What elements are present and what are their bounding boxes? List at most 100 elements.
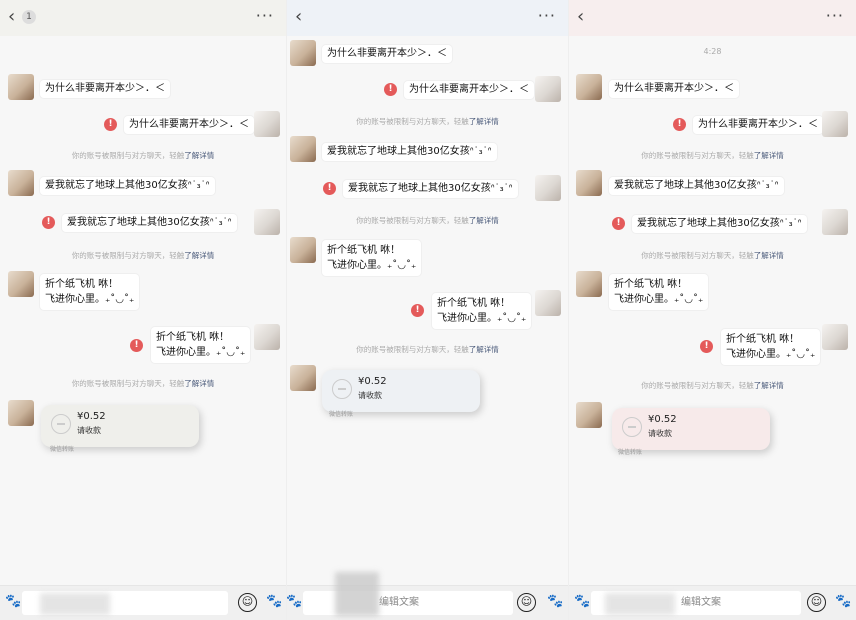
- message-bubble[interactable]: 爱我就忘了地球上其他30亿女孩ᐢ˙₃˙ᐢ: [40, 177, 215, 195]
- transfer-footer: 微信转账: [50, 446, 75, 453]
- send-failed-icon[interactable]: !: [384, 83, 397, 96]
- transfer-icon: [622, 417, 642, 437]
- avatar[interactable]: [535, 175, 561, 201]
- restriction-notice: 你的账号被限制与对方聊天，轻触了解详情: [641, 381, 784, 390]
- avatar[interactable]: [576, 402, 602, 428]
- transfer-amount: ¥0.52: [358, 376, 387, 387]
- send-failed-icon[interactable]: !: [411, 304, 424, 317]
- learn-more-link[interactable]: 了解详情: [469, 117, 499, 126]
- transfer-amount: ¥0.52: [648, 414, 677, 425]
- learn-more-link[interactable]: 了解详情: [754, 251, 784, 260]
- message-bubble[interactable]: 爱我就忘了地球上其他30亿女孩ᐢ˙₃˙ᐢ: [632, 215, 807, 233]
- message-bubble[interactable]: 爱我就忘了地球上其他30亿女孩ᐢ˙₃˙ᐢ: [62, 214, 237, 232]
- avatar[interactable]: [822, 324, 848, 350]
- avatar[interactable]: [290, 136, 316, 162]
- input-bar: 🐾 ☺ 🐾: [0, 585, 286, 620]
- transfer-footer: 微信转账: [329, 411, 354, 418]
- avatar[interactable]: [254, 324, 280, 350]
- learn-more-link[interactable]: 了解详情: [469, 345, 499, 354]
- paw-icon[interactable]: 🐾: [547, 594, 563, 609]
- message-bubble[interactable]: 爱我就忘了地球上其他30亿女孩ᐢ˙₃˙ᐢ: [343, 180, 518, 198]
- avatar[interactable]: [290, 40, 316, 66]
- avatar[interactable]: [8, 170, 34, 196]
- avatar[interactable]: [290, 237, 316, 263]
- message-bubble[interactable]: 为什么非要离开本少＞．＜: [693, 116, 823, 134]
- restriction-notice: 你的账号被限制与对方聊天，轻触了解详情: [641, 251, 784, 260]
- message-bubble[interactable]: 折个纸飞机 咻！ 飞进你心里。₊˚◡˚₊: [432, 293, 532, 329]
- send-failed-icon[interactable]: !: [130, 339, 143, 352]
- message-bubble[interactable]: 爱我就忘了地球上其他30亿女孩ᐢ˙₃˙ᐢ: [322, 143, 497, 161]
- avatar[interactable]: [535, 76, 561, 102]
- paw-icon[interactable]: 🐾: [287, 594, 302, 609]
- screenshot-collage: ‹ 1 ··· 为什么非要离开本少＞．＜ ! 为什么非要离开本少＞．＜ 你的账号…: [0, 0, 856, 620]
- paw-icon[interactable]: 🐾: [266, 594, 282, 609]
- avatar[interactable]: [576, 271, 602, 297]
- avatar[interactable]: [535, 290, 561, 316]
- paw-icon[interactable]: 🐾: [835, 594, 851, 609]
- avatar[interactable]: [822, 209, 848, 235]
- message-bubble[interactable]: 为什么非要离开本少＞．＜: [404, 81, 534, 99]
- avatar[interactable]: [8, 74, 34, 100]
- message-bubble[interactable]: 为什么非要离开本少＞．＜: [322, 45, 452, 63]
- message-bubble[interactable]: 爱我就忘了地球上其他30亿女孩ᐢ˙₃˙ᐢ: [609, 177, 784, 195]
- chat-panel-1: ‹ 1 ··· 为什么非要离开本少＞．＜ ! 为什么非要离开本少＞．＜ 你的账号…: [0, 0, 287, 620]
- emoji-icon[interactable]: ☺: [807, 593, 826, 612]
- paw-icon[interactable]: 🐾: [574, 594, 590, 609]
- avatar[interactable]: [576, 170, 602, 196]
- avatar[interactable]: [822, 111, 848, 137]
- restriction-notice: 你的账号被限制与对方聊天，轻触了解详情: [356, 216, 499, 225]
- message-bubble[interactable]: 折个纸飞机 咻！ 飞进你心里。₊˚◡˚₊: [721, 329, 821, 365]
- transfer-card[interactable]: ¥0.52 请收款: [322, 370, 480, 412]
- restriction-notice: 你的账号被限制与对方聊天，轻触了解详情: [356, 117, 499, 126]
- learn-more-link[interactable]: 了解详情: [184, 251, 214, 260]
- transfer-card[interactable]: ¥0.52 请收款: [41, 405, 199, 447]
- send-failed-icon[interactable]: !: [612, 217, 625, 230]
- learn-more-link[interactable]: 了解详情: [184, 151, 214, 160]
- message-bubble[interactable]: 为什么非要离开本少＞．＜: [40, 80, 170, 98]
- chat-panel-3: ‹ ··· 4:28 为什么非要离开本少＞．＜ ! 为什么非要离开本少＞．＜ 你…: [569, 0, 856, 620]
- transfer-desc: 请收款: [358, 391, 382, 400]
- message-list: 为什么非要离开本少＞．＜ ! 为什么非要离开本少＞．＜ 你的账号被限制与对方聊天…: [569, 0, 856, 585]
- avatar[interactable]: [254, 111, 280, 137]
- input-bar: 🐾 编辑文案 ☺ 🐾: [287, 572, 568, 620]
- send-failed-icon[interactable]: !: [323, 182, 336, 195]
- message-bubble[interactable]: 为什么非要离开本少＞．＜: [609, 80, 739, 98]
- transfer-card[interactable]: ¥0.52 请收款: [612, 408, 770, 450]
- message-list: 为什么非要离开本少＞．＜ ! 为什么非要离开本少＞．＜ 你的账号被限制与对方聊天…: [0, 0, 286, 585]
- avatar[interactable]: [290, 365, 316, 391]
- send-failed-icon[interactable]: !: [673, 118, 686, 131]
- transfer-icon: [51, 414, 71, 434]
- transfer-footer: 微信转账: [618, 449, 643, 456]
- transfer-desc: 请收款: [648, 429, 672, 438]
- message-bubble[interactable]: 折个纸飞机 咻！ 飞进你心里。₊˚◡˚₊: [322, 240, 422, 276]
- restriction-notice: 你的账号被限制与对方聊天，轻触了解详情: [71, 151, 215, 160]
- blurred-region: [40, 593, 110, 615]
- transfer-desc: 请收款: [77, 426, 101, 435]
- send-failed-icon[interactable]: !: [104, 118, 117, 131]
- learn-more-link[interactable]: 了解详情: [184, 379, 214, 388]
- input-bar: 🐾 编辑文案 ☺ 🐾: [569, 585, 856, 620]
- chat-panel-2: ‹ ··· 为什么非要离开本少＞．＜ ! 为什么非要离开本少＞．＜ 你的账号被限…: [287, 0, 569, 620]
- blurred-region: [605, 593, 675, 615]
- send-failed-icon[interactable]: !: [42, 216, 55, 229]
- emoji-icon[interactable]: ☺: [517, 593, 536, 612]
- learn-more-link[interactable]: 了解详情: [754, 381, 784, 390]
- emoji-icon[interactable]: ☺: [238, 593, 257, 612]
- blurred-region: [335, 572, 379, 616]
- paw-icon[interactable]: 🐾: [5, 594, 21, 609]
- send-failed-icon[interactable]: !: [700, 340, 713, 353]
- avatar[interactable]: [8, 400, 34, 426]
- avatar[interactable]: [254, 209, 280, 235]
- learn-more-link[interactable]: 了解详情: [754, 151, 784, 160]
- restriction-notice: 你的账号被限制与对方聊天，轻触了解详情: [641, 151, 784, 160]
- avatar[interactable]: [576, 74, 602, 100]
- learn-more-link[interactable]: 了解详情: [469, 216, 499, 225]
- message-bubble[interactable]: 为什么非要离开本少＞．＜: [124, 116, 254, 134]
- message-bubble[interactable]: 折个纸飞机 咻！ 飞进你心里。₊˚◡˚₊: [40, 274, 140, 310]
- message-bubble[interactable]: 折个纸飞机 咻！ 飞进你心里。₊˚◡˚₊: [609, 274, 709, 310]
- avatar[interactable]: [8, 271, 34, 297]
- transfer-amount: ¥0.52: [77, 411, 106, 422]
- restriction-notice: 你的账号被限制与对方聊天，轻触了解详情: [71, 379, 215, 388]
- message-bubble[interactable]: 折个纸飞机 咻！ 飞进你心里。₊˚◡˚₊: [151, 327, 251, 363]
- restriction-notice: 你的账号被限制与对方聊天，轻触了解详情: [356, 345, 499, 354]
